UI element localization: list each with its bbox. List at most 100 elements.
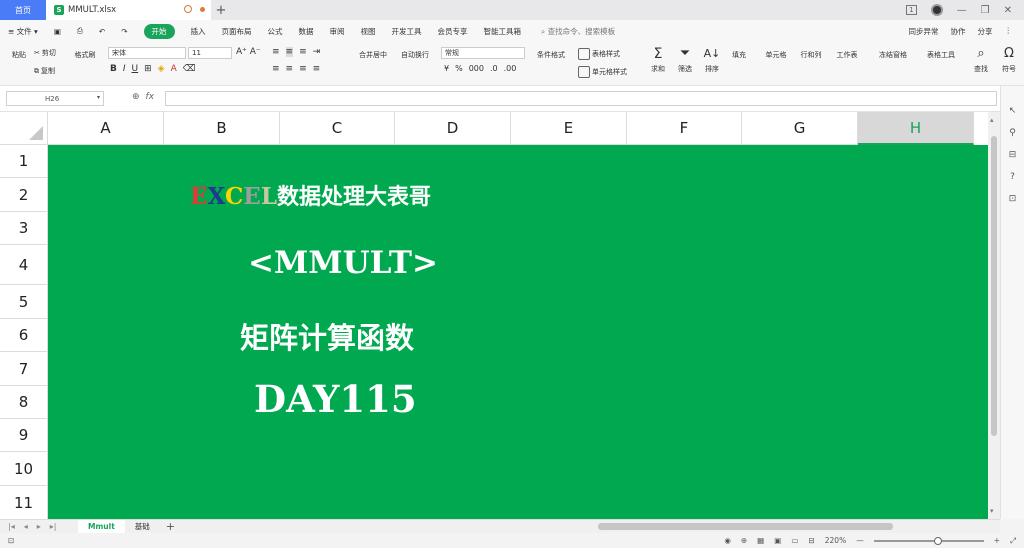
align-center-icon[interactable]: ≡ (286, 64, 294, 74)
tab-data[interactable]: 数据 (299, 26, 314, 37)
normal-view-icon[interactable]: ▦ (757, 536, 764, 545)
tab-start[interactable]: 开始 (143, 23, 175, 39)
fx-icon[interactable]: fx (146, 92, 155, 102)
cell-button[interactable]: 单元格 (759, 47, 793, 60)
fill-color-icon[interactable]: ◈ (158, 64, 165, 74)
add-sheet-button[interactable]: + (160, 520, 175, 533)
row-header[interactable]: 6 (0, 319, 48, 352)
fill-button[interactable]: 填充 (722, 47, 756, 60)
macro-icon[interactable]: ⊡ (0, 536, 14, 545)
horizontal-scrollbar[interactable] (580, 523, 975, 530)
command-search[interactable]: ⌕ 查找命令、搜索模板 (541, 26, 615, 37)
row-header[interactable]: 4 (0, 245, 48, 285)
row-header[interactable]: 3 (0, 212, 48, 245)
name-box[interactable]: H26 ▾ (6, 91, 104, 106)
row-header[interactable]: 8 (0, 386, 48, 419)
undo-icon[interactable]: ↶ (99, 27, 105, 36)
decrease-decimal-icon[interactable]: .00 (504, 64, 517, 73)
table-style-button[interactable]: 表格样式 (578, 48, 620, 60)
scroll-down-icon[interactable]: ▾ (990, 507, 994, 515)
sync-status-button[interactable]: 同步异常 (909, 26, 939, 37)
save-icon[interactable]: ▣ (54, 27, 61, 36)
minimize-icon[interactable]: — (957, 5, 967, 16)
vertical-scrollbar[interactable]: ▴ ▾ (988, 112, 1000, 519)
percent-icon[interactable]: % (455, 64, 463, 73)
copy-button[interactable]: ⧉ 复制 (34, 66, 55, 76)
close-icon[interactable]: ✕ (1004, 5, 1012, 16)
column-header-d[interactable]: D (395, 112, 511, 145)
row-header[interactable]: 10 (0, 452, 48, 486)
scroll-up-icon[interactable]: ▴ (990, 116, 994, 124)
zoom-slider-knob[interactable] (933, 536, 942, 545)
zoom-out-button[interactable]: — (856, 536, 864, 545)
column-header-a[interactable]: A (48, 112, 164, 145)
more-icon[interactable]: ⋮ (1005, 26, 1013, 37)
clear-format-icon[interactable]: ⌫ (183, 64, 196, 74)
collab-button[interactable]: 协作 (951, 26, 966, 37)
row-header[interactable]: 2 (0, 178, 48, 212)
column-header-c[interactable]: C (280, 112, 395, 145)
zoom-slider[interactable] (873, 536, 984, 545)
row-header[interactable]: 9 (0, 419, 48, 452)
symbol-button[interactable]: Ω 符号 (994, 47, 1024, 74)
tab-page-layout[interactable]: 页面布局 (222, 26, 252, 37)
format-painter-button[interactable]: 格式刷 (68, 47, 102, 60)
avatar[interactable] (930, 4, 943, 16)
restore-icon[interactable]: ❐ (981, 5, 990, 16)
page-break-view-icon[interactable]: ▭ (791, 536, 798, 545)
wrap-text-button[interactable]: 自动换行 (398, 47, 432, 60)
justify-icon[interactable]: ≡ (313, 64, 321, 74)
freeze-panes-button[interactable]: 冻结窗格 (872, 47, 914, 60)
paste-button[interactable]: 粘贴 (2, 47, 36, 60)
chevron-down-icon[interactable]: ▾ (97, 94, 100, 101)
currency-icon[interactable]: ¥ (444, 64, 449, 73)
first-sheet-icon[interactable]: |◂ (8, 522, 15, 531)
align-bottom-icon[interactable]: ≡ (299, 47, 307, 57)
row-header[interactable]: 1 (0, 145, 48, 178)
align-left-icon[interactable]: ≡ (272, 64, 280, 74)
cell-style-button[interactable]: 单元格样式 (578, 66, 627, 78)
column-header-b[interactable]: B (164, 112, 280, 145)
align-top-icon[interactable]: ≡ (272, 47, 280, 57)
window-count-icon[interactable]: 1 (906, 5, 917, 15)
row-header[interactable]: 5 (0, 285, 48, 319)
align-middle-icon[interactable]: ≡ (285, 47, 294, 57)
prev-sheet-icon[interactable]: ◂ (24, 522, 28, 531)
column-header-g[interactable]: G (742, 112, 858, 145)
green-filled-range[interactable]: EXCEL数据处理大表哥 <MMULT> 矩阵计算函数 DAY115 (48, 145, 988, 519)
file-menu[interactable]: ≡ 文件 ▾ (8, 26, 38, 37)
horizontal-scroll-thumb[interactable] (598, 523, 893, 530)
tab-formulas[interactable]: 公式 (268, 26, 283, 37)
print-icon[interactable]: ⎙ (77, 26, 83, 36)
tab-member[interactable]: 会员专享 (438, 26, 468, 37)
input-method-icon[interactable]: ⊕ (741, 536, 747, 545)
select-all-corner[interactable] (0, 112, 48, 145)
help-icon[interactable]: ? (1010, 172, 1015, 182)
number-format-select[interactable]: 常规 (441, 47, 525, 59)
row-header[interactable]: 7 (0, 352, 48, 386)
zoom-in-button[interactable]: + (994, 536, 1000, 545)
conditional-format-button[interactable]: 条件格式 (534, 47, 568, 60)
font-grow-button[interactable]: A⁺ A⁻ (236, 47, 261, 57)
find-button[interactable]: ⌕ 查找 (966, 47, 996, 74)
row-col-button[interactable]: 行和列 (794, 47, 828, 60)
cut-button[interactable]: ✂ 剪切 (34, 48, 56, 58)
italic-button[interactable]: I (123, 64, 126, 74)
bold-button[interactable]: B (110, 64, 117, 74)
align-right-icon[interactable]: ≡ (299, 64, 307, 74)
worksheet-button[interactable]: 工作表 (830, 47, 864, 60)
page-layout-view-icon[interactable]: ▣ (774, 536, 781, 545)
indent-icon[interactable]: ⇥ (313, 47, 321, 57)
tab-developer[interactable]: 开发工具 (392, 26, 422, 37)
column-header-f[interactable]: F (627, 112, 742, 145)
unsaved-circle-icon[interactable] (184, 5, 192, 13)
reading-view-icon[interactable]: ⊟ (808, 536, 814, 545)
tab-smart-tools[interactable]: 智能工具箱 (484, 26, 522, 37)
redo-icon[interactable]: ↷ (121, 27, 127, 36)
last-sheet-icon[interactable]: ▸| (50, 522, 57, 531)
table-tools-button[interactable]: 表格工具 (920, 47, 962, 60)
border-icon[interactable]: ⊞ (144, 64, 152, 74)
font-name-select[interactable]: 宋体 (108, 47, 186, 59)
thousands-icon[interactable]: 000 (469, 64, 484, 73)
font-size-select[interactable]: 11 (188, 47, 232, 59)
